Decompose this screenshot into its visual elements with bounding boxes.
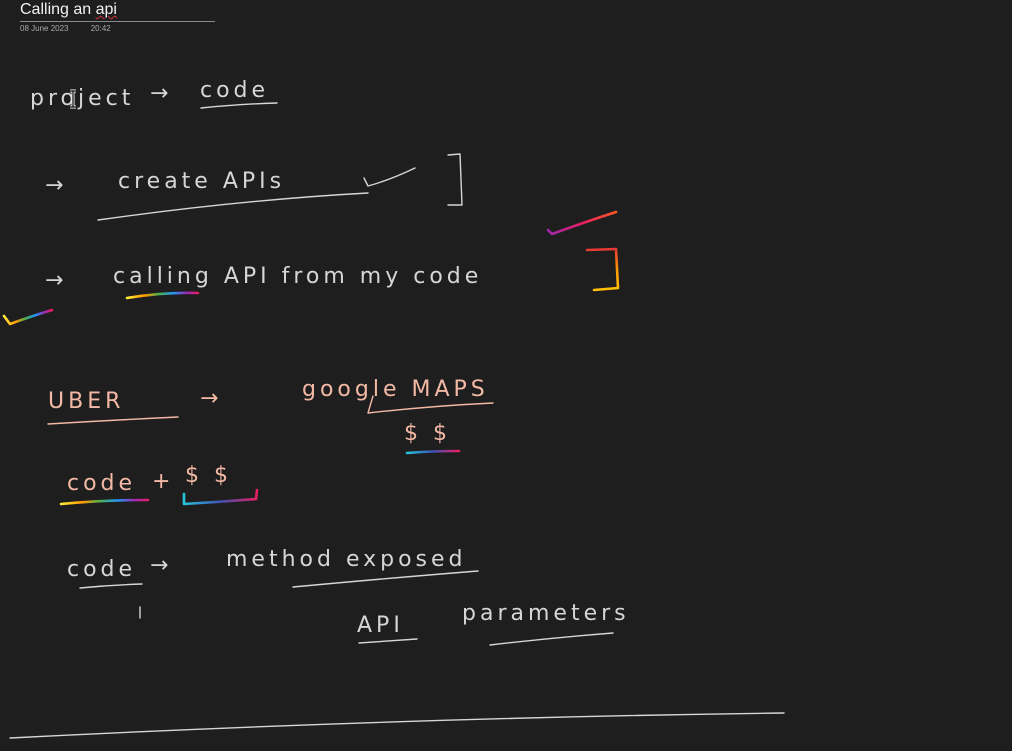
note-money-2: $ $	[185, 463, 232, 488]
note-code-1: code	[200, 78, 269, 103]
note-line-4: UBER → google MAPS $ $	[47, 377, 494, 455]
note-api: API	[357, 613, 404, 638]
underline-parameters	[489, 632, 614, 646]
checkmark-rainbow-top	[546, 210, 618, 236]
underline-uber	[47, 416, 179, 425]
checkmark-white	[363, 167, 416, 187]
bracket-money-rainbow	[182, 488, 259, 506]
note-line-5: code + $ $	[59, 463, 259, 506]
underline-api	[358, 638, 418, 644]
underline-code-3	[79, 583, 143, 589]
note-line-3: → calling API from my code	[2, 247, 620, 326]
note-code-2: code	[67, 471, 136, 496]
underline-method-exposed	[292, 570, 479, 588]
underline-create-apis	[97, 192, 369, 221]
note-arrow-6: →	[150, 553, 172, 578]
note-arrow-4: →	[200, 386, 222, 411]
ibeam-cursor-icon	[70, 89, 76, 109]
note-line-7: API parameters	[357, 601, 630, 646]
bracket-white	[447, 153, 463, 206]
long-ink-line	[9, 712, 785, 739]
note-money-1: $ $	[404, 421, 451, 446]
note-arrow-1: →	[150, 81, 172, 106]
note-google-maps: google MAPS	[302, 377, 489, 402]
ink-canvas[interactable]: project → code → create APIs → calling A…	[0, 0, 1012, 751]
note-arrow-2: →	[45, 173, 67, 198]
note-line-2: → create APIs	[45, 153, 618, 236]
note-calling-api: calling API from my code	[113, 264, 482, 289]
underline-money-rainbow	[405, 449, 461, 455]
note-project: project	[30, 86, 134, 111]
bracket-rainbow	[585, 247, 620, 292]
note-uber: UBER	[48, 389, 124, 414]
underline-code-1	[200, 102, 278, 109]
note-method-exposed: method exposed	[226, 547, 467, 572]
note-create-apis: create APIs	[118, 169, 285, 194]
note-line-6: code → method exposed	[67, 547, 479, 619]
note-code-3: code	[67, 557, 136, 582]
checkmark-rainbow-left	[2, 308, 54, 326]
underline-calling-rainbow	[125, 291, 200, 300]
note-parameters: parameters	[462, 601, 630, 626]
note-arrow-3: →	[45, 268, 67, 293]
underline-code-rainbow	[59, 498, 150, 506]
note-plus: +	[152, 469, 174, 494]
